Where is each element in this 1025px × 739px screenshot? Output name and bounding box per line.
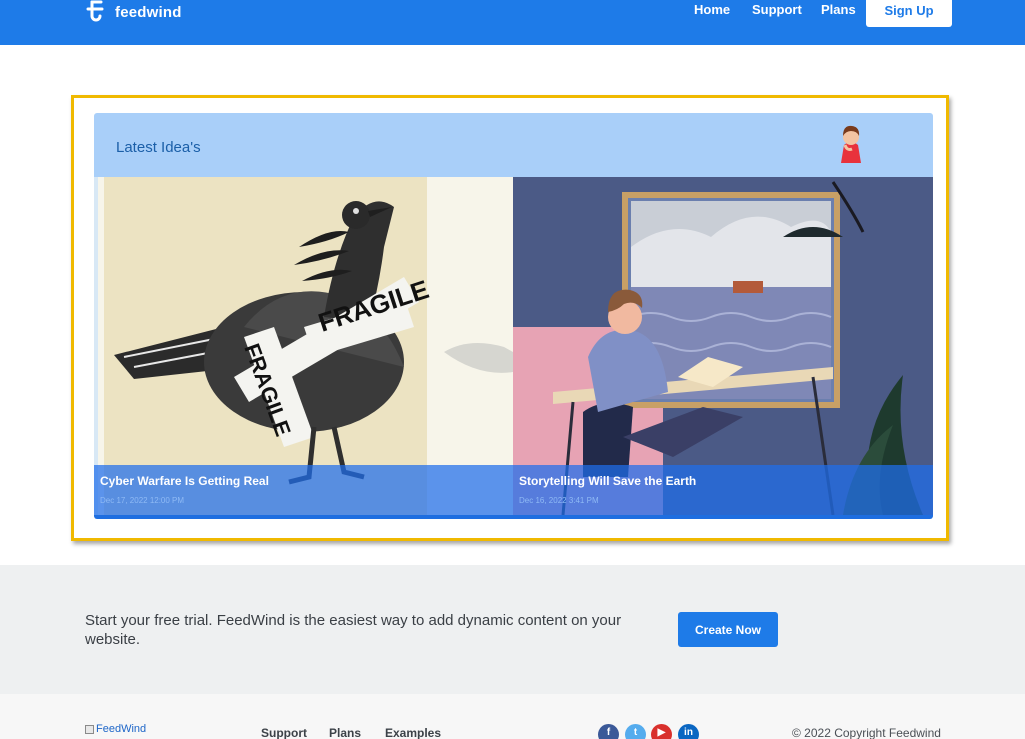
feed-item-caption: Cyber Warfare Is Getting Real Dec 17, 20… (94, 465, 513, 515)
feed-item[interactable]: FRAGILE FRAGILE Cyber Warfare Is Getting… (94, 177, 513, 515)
widget-header: Latest Idea's (94, 113, 933, 177)
sign-up-button[interactable]: Sign Up (866, 0, 952, 27)
broken-image-icon (85, 724, 94, 734)
feed-item-caption: Storytelling Will Save the Earth Dec 16,… (513, 465, 933, 515)
feed-item-title[interactable]: Cyber Warfare Is Getting Real (100, 474, 269, 488)
copyright-text: © 2022 Copyright Feedwind (792, 726, 941, 739)
brand-logo[interactable]: feedwind (85, 0, 182, 24)
create-now-button[interactable]: Create Now (678, 612, 778, 647)
widget-cards: FRAGILE FRAGILE Cyber Warfare Is Getting… (94, 177, 933, 515)
cta-text: Start your free trial. FeedWind is the e… (85, 612, 622, 648)
nav-plans-link[interactable]: Plans (821, 2, 856, 17)
footer: FeedWind Support Plans Examples f t ▶ in… (0, 694, 1025, 739)
nav-home-link[interactable]: Home (694, 2, 730, 17)
feed-item-title[interactable]: Storytelling Will Save the Earth (519, 474, 696, 488)
feed-widget: Latest Idea's FRAGILE FRAGILE Cyber Warf… (94, 113, 933, 519)
youtube-icon[interactable]: ▶ (651, 724, 672, 739)
nav-support-link[interactable]: Support (752, 2, 802, 17)
thinking-person-icon (841, 125, 861, 163)
footer-link-examples[interactable]: Examples (385, 726, 441, 739)
feedwind-logo-icon (86, 0, 104, 22)
footer-logo[interactable]: FeedWind (85, 723, 146, 735)
linkedin-icon[interactable]: in (678, 724, 699, 739)
brand-name: feedwind (115, 3, 182, 21)
widget-title: Latest Idea's (116, 139, 201, 156)
feed-item-date: Dec 16, 2022 3:41 PM (519, 496, 599, 505)
footer-link-plans[interactable]: Plans (329, 726, 361, 739)
footer-link-support[interactable]: Support (261, 726, 307, 739)
widget-bottom-bar (94, 515, 933, 519)
feed-item[interactable]: Storytelling Will Save the Earth Dec 16,… (513, 177, 933, 515)
top-navbar: feedwind Home Support Plans Sign Up (0, 0, 1025, 45)
facebook-icon[interactable]: f (598, 724, 619, 739)
footer-logo-alt: FeedWind (96, 723, 147, 735)
feed-item-date: Dec 17, 2022 12:00 PM (100, 496, 185, 505)
cta-section: Start your free trial. FeedWind is the e… (0, 565, 1025, 694)
twitter-icon[interactable]: t (625, 724, 646, 739)
